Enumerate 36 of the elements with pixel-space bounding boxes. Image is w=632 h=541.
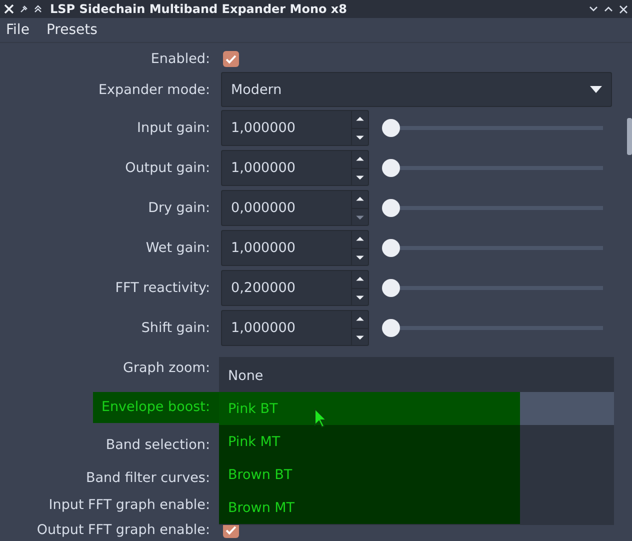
maximize-icon[interactable] — [604, 5, 613, 13]
dropdown[interactable]: Modern — [221, 72, 612, 107]
slider-thumb[interactable] — [382, 239, 400, 257]
field-label: Band filter curves: — [86, 469, 211, 488]
field-label: Shift gain: — [141, 319, 211, 338]
scrollbar[interactable] — [627, 118, 632, 155]
field-label: Dry gain: — [148, 199, 211, 218]
field-label: Graph zoom: — [122, 359, 211, 378]
menu-item[interactable]: Presets — [46, 22, 108, 38]
field-label: Output gain: — [125, 159, 211, 178]
slider-thumb[interactable] — [382, 119, 400, 137]
slider-thumb[interactable] — [382, 159, 400, 177]
close-icon[interactable] — [619, 4, 628, 14]
field-label: Enabled: — [150, 50, 211, 68]
field-label: Input gain: — [137, 119, 211, 138]
menu-item[interactable]: File — [6, 22, 40, 38]
checkbox[interactable] — [223, 50, 239, 66]
slider-thumb[interactable] — [382, 319, 400, 337]
field-label: FFT reactivity: — [115, 279, 211, 298]
cursor-icon — [314, 408, 327, 428]
dropdown-option[interactable]: None — [219, 359, 614, 392]
chevron-up-icon[interactable] — [34, 5, 42, 13]
minimize-icon[interactable] — [589, 5, 598, 13]
close-icon[interactable] — [4, 4, 14, 14]
field-label: Envelope boost: — [93, 392, 220, 422]
field-label: Output FFT graph enable: — [36, 520, 211, 540]
dropdown-option[interactable]: Pink BT — [219, 392, 614, 425]
field-label: Input FFT graph enable: — [48, 496, 211, 514]
window-title: LSP Sidechain Multiband Expander Mono x8 — [50, 2, 348, 16]
slider-thumb[interactable] — [382, 199, 400, 217]
pin-icon[interactable] — [20, 5, 28, 13]
field-label: Wet gain: — [146, 239, 211, 258]
field-label: Band selection: — [106, 436, 211, 455]
caret-icon — [590, 86, 602, 93]
field-label: Expander mode: — [98, 80, 211, 100]
slider-thumb[interactable] — [382, 279, 400, 297]
